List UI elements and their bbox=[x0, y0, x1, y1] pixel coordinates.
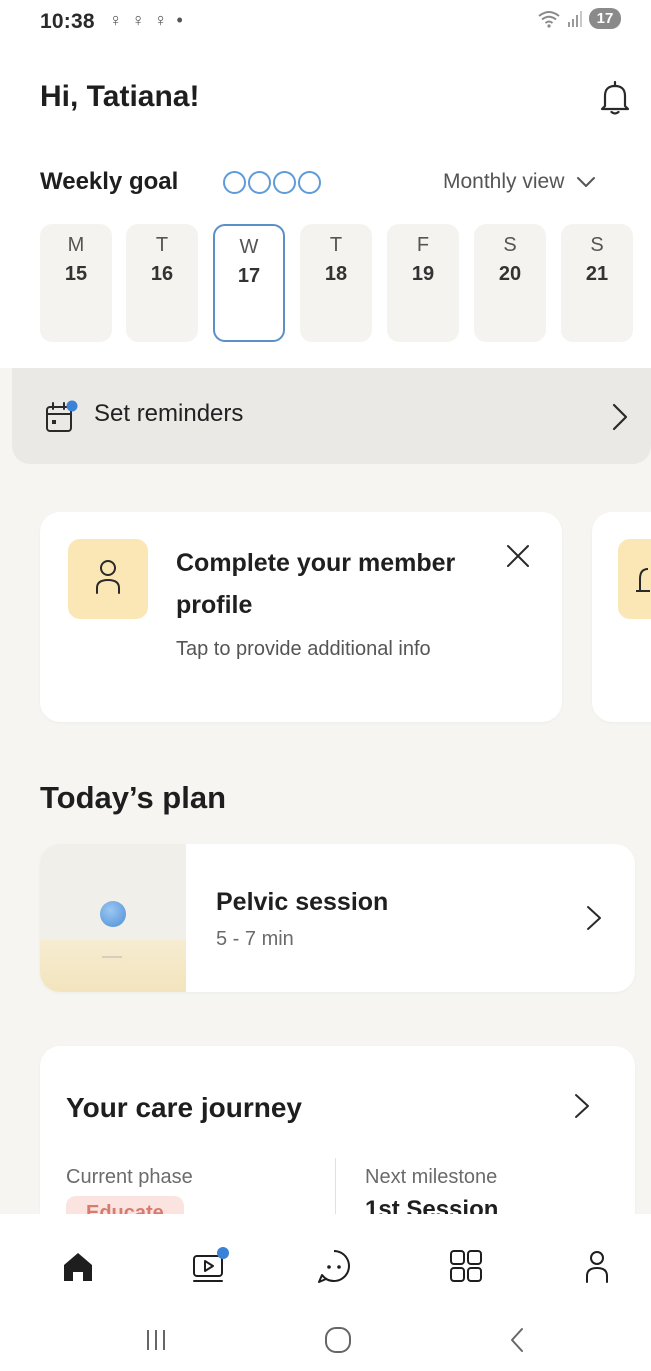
battery-indicator: 17 bbox=[589, 8, 621, 29]
pelvic-session-card[interactable]: Pelvic session 5 - 7 min bbox=[40, 844, 635, 992]
day-letter: S bbox=[590, 234, 604, 256]
grid-icon bbox=[450, 1250, 482, 1282]
session-title: Pelvic session bbox=[216, 888, 389, 916]
day-friday[interactable]: F 19 bbox=[387, 224, 459, 342]
profile-icon bbox=[586, 1251, 608, 1283]
recent-apps-icon bbox=[147, 1330, 165, 1350]
nav-videos[interactable] bbox=[188, 1244, 232, 1288]
day-tuesday[interactable]: T 16 bbox=[126, 224, 198, 342]
profile-card-subtitle: Tap to provide additional info bbox=[176, 638, 431, 660]
set-reminders-row[interactable]: Set reminders bbox=[12, 368, 651, 464]
system-navigation-bar bbox=[0, 1314, 651, 1371]
monthly-view-toggle[interactable]: Monthly view bbox=[443, 170, 596, 194]
nav-chat[interactable] bbox=[312, 1244, 356, 1288]
chevron-right-icon bbox=[585, 904, 603, 932]
nav-profile[interactable] bbox=[575, 1244, 619, 1288]
goal-dot bbox=[273, 171, 296, 194]
day-monday[interactable]: M 15 bbox=[40, 224, 112, 342]
day-letter: F bbox=[416, 234, 430, 256]
greeting-title: Hi, Tatiana! bbox=[40, 80, 200, 113]
day-number: 19 bbox=[411, 263, 435, 285]
bottom-navigation bbox=[0, 1214, 651, 1314]
chevron-down-icon bbox=[577, 177, 596, 187]
home-button[interactable] bbox=[320, 1322, 356, 1358]
goal-dot bbox=[223, 171, 246, 194]
day-number: 21 bbox=[585, 263, 609, 285]
bell-icon bbox=[618, 539, 651, 619]
day-saturday[interactable]: S 20 bbox=[474, 224, 546, 342]
weekly-goal-row: Weekly goal Monthly view bbox=[40, 166, 635, 198]
chevron-right-icon bbox=[610, 402, 630, 432]
todays-plan-heading: Today’s plan bbox=[40, 780, 227, 815]
goal-dot bbox=[248, 171, 271, 194]
day-number: 16 bbox=[150, 263, 174, 285]
video-icon bbox=[193, 1247, 229, 1282]
day-number: 15 bbox=[64, 263, 88, 285]
profile-card-title: Complete your member profile bbox=[176, 549, 456, 619]
chat-icon bbox=[318, 1250, 350, 1283]
back-button[interactable] bbox=[500, 1322, 536, 1358]
day-letter: S bbox=[503, 234, 517, 256]
close-icon[interactable] bbox=[504, 542, 532, 570]
week-day-selector: M 15 T 16 W 17 T 18 F 19 S 20 S 21 bbox=[40, 224, 651, 342]
wifi-icon bbox=[538, 10, 560, 28]
thumbnail-ball bbox=[100, 901, 126, 927]
complete-profile-card[interactable]: Complete your member profile Tap to prov… bbox=[40, 512, 562, 722]
weekly-goal-progress bbox=[223, 171, 321, 194]
set-reminders-label: Set reminders bbox=[94, 400, 244, 427]
notification-icons: ♀ ♀ ♀ • bbox=[109, 10, 185, 30]
day-letter: M bbox=[67, 234, 85, 256]
day-letter: T bbox=[155, 234, 169, 256]
monthly-view-label: Monthly view bbox=[443, 170, 565, 193]
home-icon bbox=[64, 1253, 92, 1281]
day-wednesday-selected[interactable]: W 17 bbox=[213, 224, 285, 342]
current-phase-label: Current phase bbox=[66, 1166, 193, 1188]
home-circle-icon bbox=[325, 1327, 351, 1353]
thumbnail-floor bbox=[40, 940, 186, 992]
day-letter: T bbox=[329, 234, 343, 256]
weekly-goal-title: Weekly goal bbox=[40, 168, 179, 195]
session-thumbnail bbox=[40, 844, 186, 992]
day-number: 17 bbox=[237, 265, 261, 287]
nav-home[interactable] bbox=[56, 1244, 100, 1288]
thumbnail-mark bbox=[102, 956, 122, 958]
nav-explore[interactable] bbox=[444, 1244, 488, 1288]
back-icon bbox=[511, 1328, 523, 1352]
day-number: 18 bbox=[324, 263, 348, 285]
recent-apps-button[interactable] bbox=[138, 1322, 174, 1358]
day-letter: W bbox=[239, 236, 259, 258]
session-duration: 5 - 7 min bbox=[216, 928, 294, 950]
status-indicators: 17 bbox=[537, 8, 621, 29]
next-milestone-label: Next milestone bbox=[365, 1166, 498, 1188]
signal-icon bbox=[568, 10, 582, 27]
profile-icon bbox=[68, 539, 148, 619]
next-card-peek[interactable] bbox=[592, 512, 651, 722]
calendar-icon bbox=[44, 400, 78, 434]
status-time: 10:38 bbox=[40, 10, 95, 33]
day-number: 20 bbox=[498, 263, 522, 285]
care-journey-title: Your care journey bbox=[66, 1092, 303, 1123]
goal-dot bbox=[298, 171, 321, 194]
day-sunday[interactable]: S 21 bbox=[561, 224, 633, 342]
chevron-right-icon bbox=[573, 1092, 591, 1120]
status-bar: 10:38 ♀ ♀ ♀ • 17 bbox=[0, 0, 651, 44]
bell-icon[interactable] bbox=[598, 80, 632, 116]
day-thursday[interactable]: T 18 bbox=[300, 224, 372, 342]
